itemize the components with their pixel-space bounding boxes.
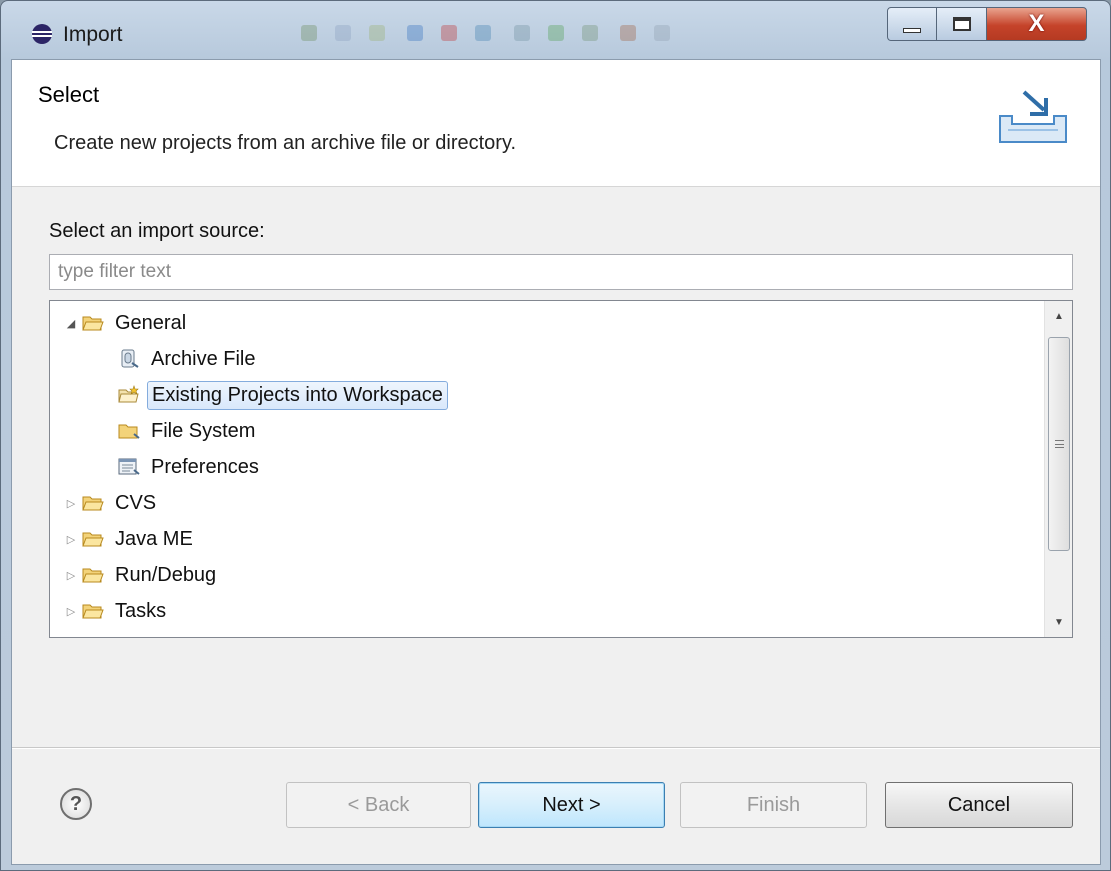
- tree-item-label: Java ME: [115, 527, 193, 550]
- page-title: Select: [38, 82, 100, 107]
- tree-item-tasks[interactable]: ▷ Tasks: [64, 594, 170, 628]
- eclipse-icon: [32, 24, 52, 44]
- dialog-client-area: Select Create new projects from an archi…: [11, 59, 1101, 865]
- import-source-tree[interactable]: ◢ General Archive File Existing Projects…: [49, 300, 1073, 638]
- tree-item-cvs[interactable]: ▷ CVS: [64, 486, 160, 520]
- tree-item-run-debug[interactable]: ▷ Run/Debug: [64, 558, 220, 592]
- tree-item-label: Existing Projects into Workspace: [147, 380, 448, 410]
- preferences-icon: [118, 458, 140, 475]
- minimize-icon: [903, 27, 921, 33]
- tree-item-label: CVS: [115, 491, 157, 514]
- file-system-icon: [118, 424, 140, 439]
- collapsed-arrow-icon[interactable]: ▷: [64, 497, 78, 510]
- wizard-header: Select Create new projects from an archi…: [12, 60, 1100, 187]
- folder-open-icon: [82, 496, 104, 511]
- filter-input[interactable]: [49, 254, 1073, 290]
- scroll-up-arrow-icon[interactable]: ▲: [1045, 301, 1072, 331]
- collapsed-arrow-icon[interactable]: ▷: [64, 605, 78, 618]
- folder-open-icon: [82, 568, 104, 583]
- tree-item-general[interactable]: ◢ General: [64, 306, 190, 340]
- minimize-button[interactable]: [887, 7, 937, 41]
- maximize-button[interactable]: [937, 7, 987, 41]
- tree-item-label: Archive File: [151, 347, 256, 370]
- window-title: Import: [63, 23, 123, 46]
- tree-item-label: File System: [151, 419, 256, 442]
- tree-item-preferences[interactable]: Preferences: [118, 450, 263, 484]
- expanded-arrow-icon[interactable]: ◢: [64, 317, 78, 330]
- tree-item-label: Tasks: [115, 599, 167, 622]
- close-button[interactable]: X: [987, 7, 1087, 41]
- cancel-button[interactable]: Cancel: [885, 782, 1073, 828]
- import-wizard-icon: [999, 90, 1067, 143]
- scroll-down-arrow-icon[interactable]: ▼: [1045, 607, 1072, 637]
- back-button[interactable]: < Back: [286, 782, 471, 828]
- archive-file-icon: [121, 349, 139, 368]
- title-bar[interactable]: Import X: [1, 1, 1110, 59]
- existing-projects-icon: [118, 385, 139, 403]
- tree-item-label: General: [115, 311, 187, 334]
- tree-item-existing-projects[interactable]: Existing Projects into Workspace: [118, 378, 448, 412]
- finish-button[interactable]: Finish: [680, 782, 867, 828]
- import-dialog: Import X Select Create new projects from…: [0, 0, 1111, 871]
- folder-open-icon: [82, 316, 104, 331]
- tree-item-label: Preferences: [151, 455, 259, 478]
- folder-open-icon: [82, 532, 104, 547]
- close-icon: X: [1028, 10, 1045, 37]
- tree-item-file-system[interactable]: File System: [118, 414, 259, 448]
- next-button[interactable]: Next >: [478, 782, 665, 828]
- maximize-icon: [952, 17, 971, 31]
- collapsed-arrow-icon[interactable]: ▷: [64, 569, 78, 582]
- button-bar-separator: [12, 747, 1100, 749]
- tree-scrollbar[interactable]: ▲ ▼: [1044, 301, 1072, 637]
- grip-icon: [1054, 440, 1064, 448]
- background-toolbar: [301, 25, 861, 45]
- tree-item-archive-file[interactable]: Archive File: [118, 342, 259, 376]
- tree-item-label: Run/Debug: [115, 563, 217, 586]
- tree-item-java-me[interactable]: ▷ Java ME: [64, 522, 197, 556]
- collapsed-arrow-icon[interactable]: ▷: [64, 533, 78, 546]
- page-description: Create new projects from an archive file…: [54, 132, 517, 154]
- import-source-label: Select an import source:: [49, 220, 265, 242]
- scroll-thumb[interactable]: [1048, 337, 1070, 551]
- help-icon[interactable]: ?: [60, 788, 92, 820]
- folder-open-icon: [82, 604, 104, 619]
